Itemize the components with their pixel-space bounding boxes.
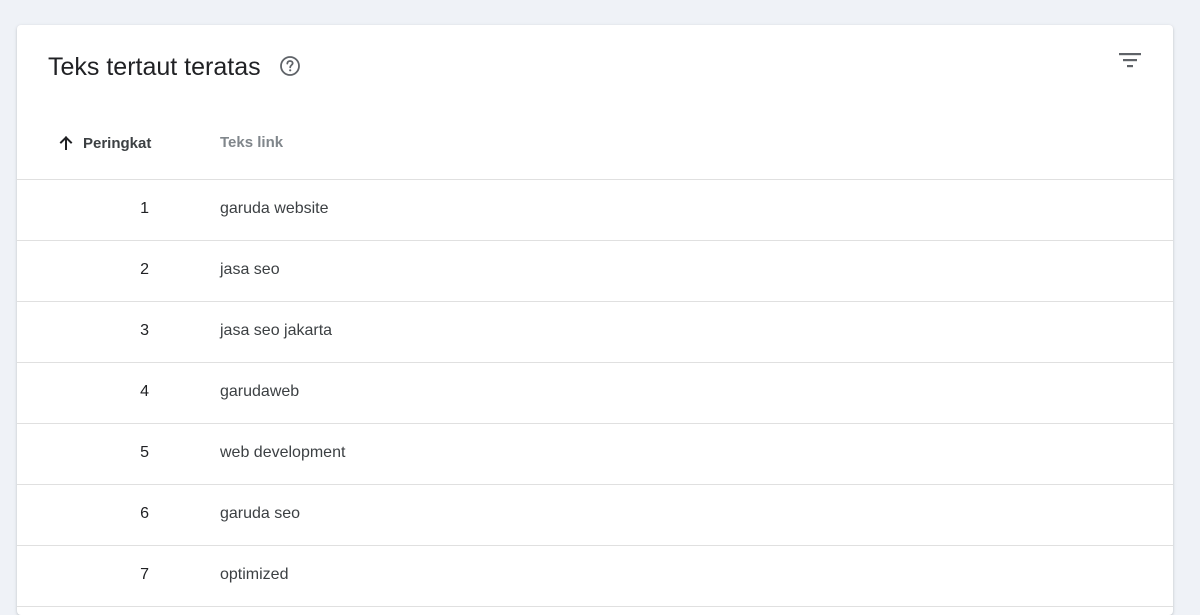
card-header: Teks tertaut teratas — [17, 25, 1173, 109]
link-text-cell: web development — [220, 444, 346, 461]
column-header-link-text[interactable]: Teks link — [220, 133, 283, 153]
arrow-up-icon — [57, 134, 75, 152]
column-header-rank[interactable]: Peringkat — [57, 133, 151, 153]
link-text-cell: jasa seo jakarta — [220, 322, 333, 339]
link-text-cell: garudaweb — [220, 383, 300, 400]
table-row[interactable]: 6 garuda seo — [17, 485, 1173, 546]
table-row[interactable]: 5 web development — [17, 424, 1173, 485]
rank-cell: 7 — [140, 566, 149, 583]
table-row[interactable]: 7 optimized — [17, 546, 1173, 607]
help-circle-icon[interactable] — [279, 55, 301, 77]
top-linking-text-card: Teks tertaut teratas Peringkat Teks link… — [17, 25, 1173, 615]
rank-cell: 5 — [140, 444, 149, 461]
rank-cell: 1 — [140, 200, 149, 217]
filter-icon — [1118, 51, 1142, 74]
link-text-cell: garuda website — [220, 200, 329, 217]
table-body: 1 garuda website 2 jasa seo 3 jasa seo j… — [17, 180, 1173, 607]
link-text-cell: optimized — [220, 566, 289, 583]
table-row[interactable]: 2 jasa seo — [17, 241, 1173, 302]
link-text-cell: jasa seo — [220, 261, 280, 278]
rank-cell: 2 — [140, 261, 149, 278]
rank-cell: 6 — [140, 505, 149, 522]
column-header-rank-label: Peringkat — [83, 134, 152, 152]
rank-cell: 4 — [140, 383, 149, 400]
table-row[interactable]: 3 jasa seo jakarta — [17, 302, 1173, 363]
filter-button[interactable] — [1113, 49, 1147, 75]
table-row[interactable]: 1 garuda website — [17, 180, 1173, 241]
table-row[interactable]: 4 garudaweb — [17, 363, 1173, 424]
link-text-cell: garuda seo — [220, 505, 301, 522]
table-header: Peringkat Teks link — [17, 109, 1173, 180]
card-title: Teks tertaut teratas — [48, 53, 261, 81]
rank-cell: 3 — [140, 322, 149, 339]
